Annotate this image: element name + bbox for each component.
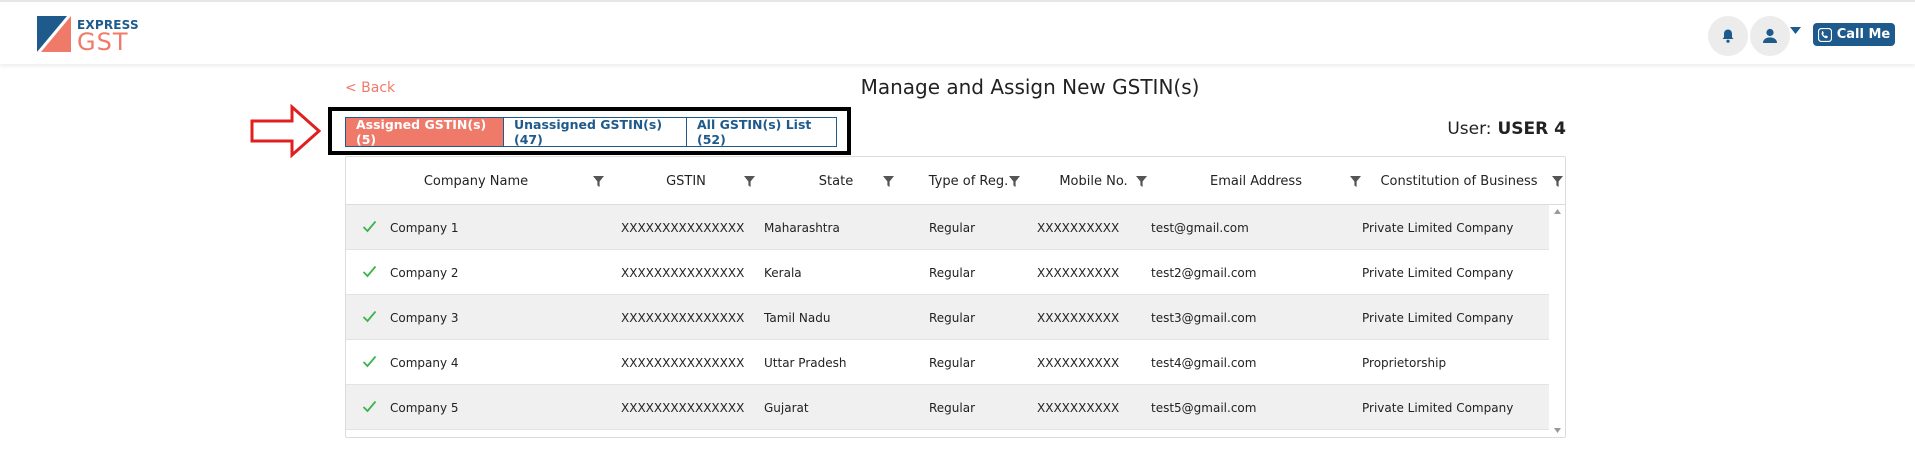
top-navbar: EXPRESS GST Call Me [0, 0, 1915, 64]
table-row[interactable]: Company 4 XXXXXXXXXXXXXXX Uttar Pradesh … [346, 340, 1549, 385]
user-icon [1763, 28, 1777, 43]
cell-constitution: Proprietorship [1362, 355, 1447, 370]
table-row[interactable]: Company 1 XXXXXXXXXXXXXXX Maharashtra Re… [346, 205, 1549, 250]
cell-mobile-no: XXXXXXXXXX [1037, 310, 1120, 325]
tab-unassigned-gstins[interactable]: Unassigned GSTIN(s) (47) [503, 117, 686, 147]
table-row[interactable]: Company 5 XXXXXXXXXXXXXXX Gujarat Regula… [346, 385, 1549, 430]
filter-icon[interactable] [1552, 176, 1563, 187]
column-header-email-address[interactable]: Email Address [1156, 157, 1356, 205]
cell-state: Kerala [764, 265, 802, 280]
cell-gstin: XXXXXXXXXXXXXXX [621, 355, 745, 370]
column-header-company-name[interactable]: Company Name [346, 157, 606, 205]
check-icon[interactable] [362, 265, 377, 278]
call-me-label: Call Me [1836, 27, 1891, 42]
scroll-up-icon[interactable] [1554, 209, 1561, 214]
cell-constitution: Private Limited Company [1362, 265, 1514, 280]
cell-email-address: test2@gmail.com [1151, 265, 1257, 280]
cell-state: Maharashtra [764, 220, 840, 235]
cell-state: Gujarat [764, 400, 809, 415]
filter-icon[interactable] [883, 176, 894, 187]
cell-gstin: XXXXXXXXXXXXXXX [621, 265, 745, 280]
current-user: User: USER 4 [1447, 119, 1566, 139]
cell-state: Uttar Pradesh [764, 355, 847, 370]
cell-type-of-reg: Regular [929, 220, 976, 235]
cell-email-address: test4@gmail.com [1151, 355, 1257, 370]
cell-constitution: Private Limited Company [1362, 220, 1514, 235]
brand-gst-text: GST [77, 28, 129, 56]
check-icon[interactable] [362, 310, 377, 323]
column-header-gstin[interactable]: GSTIN [606, 157, 766, 205]
logo-mark-icon [37, 16, 71, 52]
gstin-table: Company Name GSTIN State Type of Reg. Mo… [345, 156, 1566, 438]
cell-email-address: test5@gmail.com [1151, 400, 1257, 415]
caret-down-icon[interactable] [1790, 27, 1801, 34]
filter-icon[interactable] [744, 176, 755, 187]
check-icon[interactable] [362, 400, 377, 413]
tab-assigned-gstins[interactable]: Assigned GSTIN(s) (5) [346, 117, 503, 147]
cell-company-name: Company 4 [390, 355, 459, 370]
cell-type-of-reg: Regular [929, 265, 976, 280]
user-label: User: [1447, 119, 1492, 139]
cell-company-name: Company 3 [390, 310, 459, 325]
profile-button[interactable] [1750, 16, 1790, 56]
scroll-down-icon[interactable] [1554, 428, 1561, 433]
filter-icon[interactable] [1350, 176, 1361, 187]
check-icon[interactable] [362, 220, 377, 233]
filter-icon[interactable] [1009, 176, 1020, 187]
user-name: USER 4 [1497, 119, 1567, 139]
filter-icon[interactable] [593, 176, 604, 187]
cell-state: Tamil Nadu [764, 310, 831, 325]
express-gst-logo[interactable]: EXPRESS GST [37, 16, 147, 56]
cell-email-address: test3@gmail.com [1151, 310, 1257, 325]
gstin-tabs: Assigned GSTIN(s) (5) Unassigned GSTIN(s… [345, 117, 837, 147]
check-icon[interactable] [362, 355, 377, 368]
cell-mobile-no: XXXXXXXXXX [1037, 355, 1120, 370]
phone-icon [1817, 27, 1832, 42]
notifications-button[interactable] [1708, 16, 1748, 56]
cell-gstin: XXXXXXXXXXXXXXX [621, 220, 745, 235]
cell-mobile-no: XXXXXXXXXX [1037, 400, 1120, 415]
cell-type-of-reg: Regular [929, 310, 976, 325]
column-header-constitution-of-business[interactable]: Constitution of Business [1366, 157, 1552, 205]
call-me-button[interactable]: Call Me [1813, 23, 1895, 46]
cell-mobile-no: XXXXXXXXXX [1037, 265, 1120, 280]
page-title: Manage and Assign New GSTIN(s) [860, 75, 1200, 99]
cell-type-of-reg: Regular [929, 400, 976, 415]
cell-gstin: XXXXXXXXXXXXXXX [621, 310, 745, 325]
cell-mobile-no: XXXXXXXXXX [1037, 220, 1120, 235]
cell-constitution: Private Limited Company [1362, 310, 1514, 325]
table-row[interactable]: Company 3 XXXXXXXXXXXXXXX Tamil Nadu Reg… [346, 295, 1549, 340]
filter-icon[interactable] [1136, 176, 1147, 187]
arrow-right-icon [250, 104, 322, 158]
cell-gstin: XXXXXXXXXXXXXXX [621, 400, 745, 415]
table-row[interactable]: Company 2 XXXXXXXXXXXXXXX Kerala Regular… [346, 250, 1549, 295]
table-header: Company Name GSTIN State Type of Reg. Mo… [346, 157, 1565, 205]
cell-constitution: Private Limited Company [1362, 400, 1514, 415]
cell-company-name: Company 1 [390, 220, 459, 235]
bell-icon [1722, 29, 1734, 43]
cell-company-name: Company 2 [390, 265, 459, 280]
tab-all-gstins-list[interactable]: All GSTIN(s) List (52) [686, 117, 836, 147]
cell-company-name: Company 5 [390, 400, 459, 415]
cell-email-address: test@gmail.com [1151, 220, 1249, 235]
cell-type-of-reg: Regular [929, 355, 976, 370]
table-scrollbar[interactable] [1550, 205, 1565, 437]
